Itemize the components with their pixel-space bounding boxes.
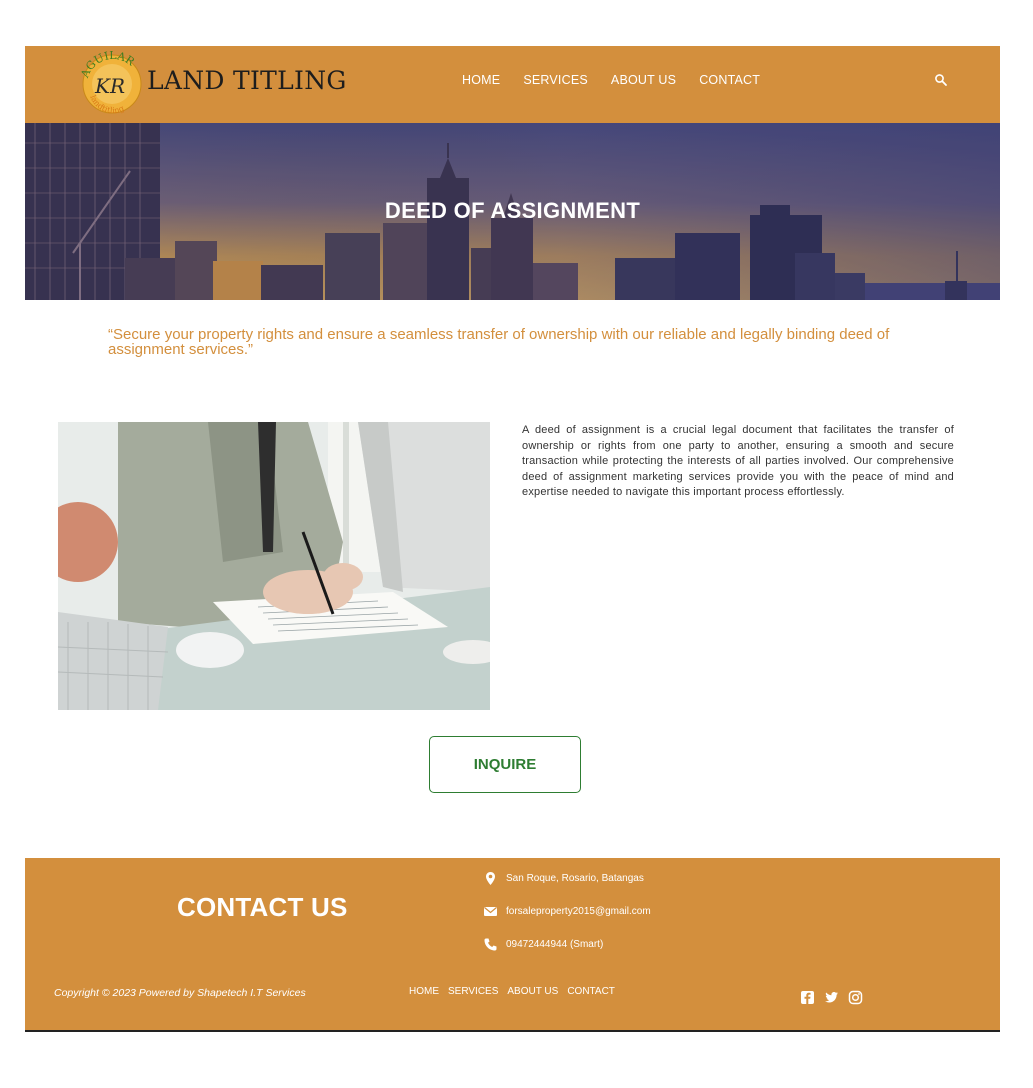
tagline-quote: “Secure your property rights and ensure … — [108, 326, 890, 358]
footer-nav-home[interactable]: HOME — [409, 986, 439, 997]
hero-banner: DEED OF ASSIGNMENT — [25, 123, 1000, 300]
footer-nav: HOME SERVICES ABOUT US CONTACT — [409, 986, 615, 997]
page-title: DEED OF ASSIGNMENT — [384, 198, 641, 223]
location-icon — [486, 872, 495, 885]
address-text: San Roque, Rosario, Batangas — [506, 873, 644, 884]
site-footer: CONTACT US San Roque, Rosario, Batangas … — [25, 858, 1000, 1032]
search-icon[interactable] — [934, 73, 948, 87]
company-logo[interactable]: AGUILAR landtitling KR — [79, 51, 149, 115]
phone-icon — [484, 938, 497, 951]
contact-us-heading: CONTACT US — [177, 892, 348, 922]
social-links — [800, 990, 863, 1005]
address-row: San Roque, Rosario, Batangas — [483, 871, 644, 886]
phone-text[interactable]: 09472444944 (Smart) — [506, 939, 603, 950]
footer-nav-services[interactable]: SERVICES — [448, 986, 498, 997]
email-icon — [484, 907, 497, 916]
instagram-icon[interactable] — [848, 990, 863, 1005]
nav-contact[interactable]: CONTACT — [699, 73, 760, 87]
twitter-icon[interactable] — [824, 990, 839, 1005]
nav-home[interactable]: HOME — [462, 73, 500, 87]
email-link[interactable]: forsaleproperty2015@gmail.com — [506, 906, 651, 917]
brand-name[interactable]: LAND TITLING — [147, 66, 347, 95]
footer-nav-about-us[interactable]: ABOUT US — [507, 986, 558, 997]
footer-nav-contact[interactable]: CONTACT — [567, 986, 615, 997]
site-header: AGUILAR landtitling KR LAND TITLING HOME… — [25, 46, 1000, 123]
inquire-button[interactable]: INQUIRE — [429, 736, 581, 793]
copyright-text: Copyright © 2023 Powered by Shapetech I.… — [54, 987, 306, 999]
phone-row: 09472444944 (Smart) — [483, 937, 603, 952]
signing-document-photo — [58, 422, 490, 710]
nav-about-us[interactable]: ABOUT US — [611, 73, 676, 87]
nav-services[interactable]: SERVICES — [523, 73, 588, 87]
svg-text:KR: KR — [94, 74, 125, 98]
service-description: A deed of assignment is a crucial legal … — [522, 424, 954, 498]
main-nav: HOME SERVICES ABOUT US CONTACT — [462, 73, 760, 87]
facebook-icon[interactable] — [800, 990, 815, 1005]
email-row: forsaleproperty2015@gmail.com — [483, 904, 651, 919]
